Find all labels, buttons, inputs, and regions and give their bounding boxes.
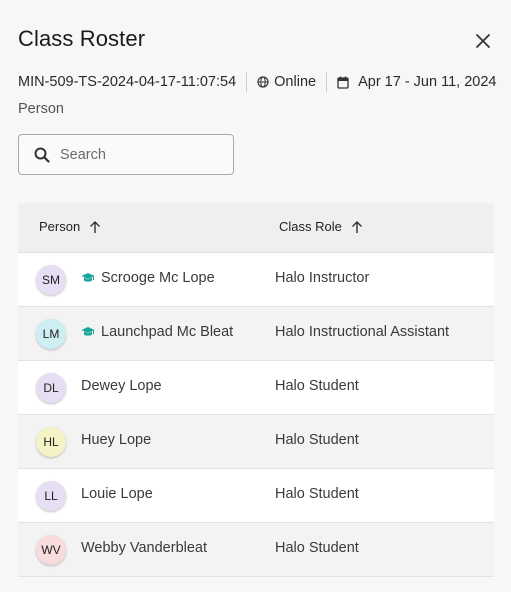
class-role-cell: Halo Instructor	[275, 270, 370, 286]
table-row[interactable]: DL Dewey Lope Halo Student	[18, 361, 494, 415]
person-name: Scrooge Mc Lope	[101, 270, 215, 286]
close-icon	[476, 34, 490, 48]
class-role-cell: Halo Student	[275, 486, 359, 502]
sort-ascending-icon	[89, 220, 101, 234]
class-role-cell: Halo Student	[275, 378, 359, 394]
column-header-label: Person	[39, 219, 81, 234]
divider	[326, 72, 328, 92]
search-icon	[34, 147, 50, 163]
class-role-cell: Halo Student	[275, 540, 359, 556]
table-body: SM Scrooge Mc Lope Halo Instructor LM Launch…	[18, 253, 494, 577]
column-header-label: Class Role	[279, 219, 342, 234]
table-row[interactable]: WV Webby Vanderbleat Halo Student	[18, 523, 494, 577]
person-name-cell: Louie Lope	[81, 486, 153, 502]
person-name-cell: Webby Vanderbleat	[81, 540, 207, 556]
person-name: Louie Lope	[81, 486, 153, 502]
table-row[interactable]: HL Huey Lope Halo Student	[18, 415, 494, 469]
class-date-range: Apr 17 - Jun 11, 2024	[358, 74, 497, 90]
close-button[interactable]	[472, 30, 494, 52]
table-row[interactable]: LM Launchpad Mc Bleat Halo Instructional A…	[18, 307, 494, 361]
person-name: Webby Vanderbleat	[81, 540, 208, 556]
avatar: DL	[36, 373, 66, 403]
person-name: Dewey Lope	[81, 378, 162, 394]
avatar: WV	[36, 535, 66, 565]
person-name: Launchpad Mc Bleat	[101, 324, 234, 340]
dialog-title: Class Roster	[18, 26, 146, 51]
avatar: SM	[36, 265, 66, 295]
search-input[interactable]	[60, 146, 210, 163]
roster-table: Person Class Role SM Scrooge Mc Lope Halo …	[18, 203, 494, 577]
person-name-cell: Scrooge Mc Lope	[81, 270, 215, 286]
table-row[interactable]: SM Scrooge Mc Lope Halo Instructor	[18, 253, 494, 307]
table-header: Person Class Role	[18, 203, 494, 253]
table-row[interactable]: LL Louie Lope Halo Student	[18, 469, 494, 523]
person-name-cell: Huey Lope	[81, 432, 151, 448]
person-name: Huey Lope	[81, 432, 152, 448]
globe-icon	[257, 76, 269, 88]
search-field[interactable]	[18, 134, 234, 175]
section-subtitle: Person	[18, 101, 64, 117]
graduation-cap-icon	[81, 326, 95, 338]
class-modality: Online	[274, 74, 317, 90]
avatar: HL	[36, 427, 66, 457]
graduation-cap-icon	[81, 272, 95, 284]
column-header-class-role[interactable]: Class Role	[279, 219, 363, 234]
class-role-cell: Halo Instructional Assistant	[275, 324, 450, 340]
column-header-person[interactable]: Person	[39, 219, 101, 234]
class-code: MIN-509-TS-2024-04-17-11:07:54	[18, 74, 237, 90]
sort-ascending-icon	[351, 220, 363, 234]
avatar: LL	[36, 481, 66, 511]
avatar: LM	[36, 319, 66, 349]
divider	[246, 72, 248, 92]
calendar-icon	[337, 76, 349, 89]
person-name-cell: Launchpad Mc Bleat	[81, 324, 233, 340]
class-meta: MIN-509-TS-2024-04-17-11:07:54 Online Ap…	[18, 72, 496, 92]
class-role-cell: Halo Student	[275, 432, 359, 448]
person-name-cell: Dewey Lope	[81, 378, 162, 394]
